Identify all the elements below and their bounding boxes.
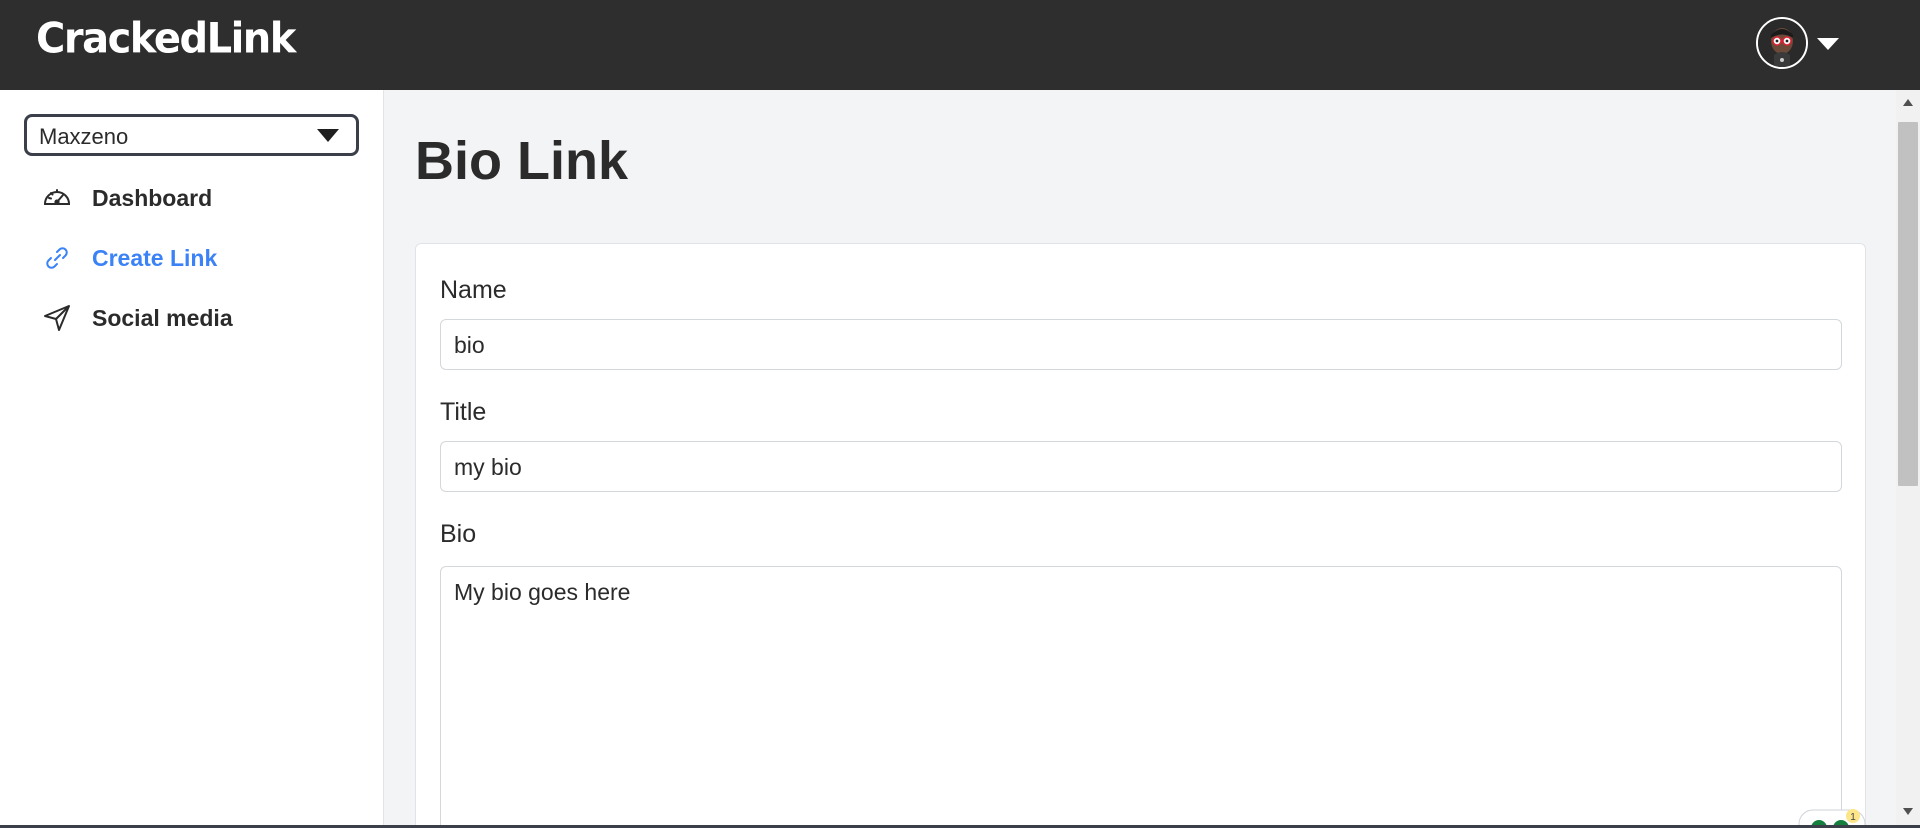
bio-link-form-card: Name bio Title my bio Bio My bio goes he… [415, 243, 1866, 828]
title-label: Title [440, 398, 487, 426]
bio-label: Bio [440, 520, 477, 548]
sidebar-item-label: Social media [92, 304, 233, 331]
main-content: Bio Link Name bio Title my bio Bio My bi… [385, 90, 1896, 828]
sidebar-item-label: Dashboard [92, 184, 213, 211]
title-input[interactable]: my bio [440, 441, 1842, 492]
top-navbar: CrackedLink [0, 0, 1920, 90]
name-input[interactable]: bio [440, 319, 1842, 370]
scroll-down-arrow-icon[interactable] [1903, 808, 1913, 816]
sidebar-item-label: Create Link [92, 244, 218, 271]
bio-textarea-value: My bio goes here [454, 579, 631, 605]
title-input-value: my bio [454, 454, 522, 480]
name-label: Name [440, 276, 507, 304]
scroll-up-arrow-icon[interactable] [1903, 98, 1913, 106]
sidebar-item-create-link[interactable]: Create Link [40, 238, 360, 278]
bio-textarea[interactable]: My bio goes here 1 [440, 566, 1866, 828]
workspace-select[interactable]: Maxzeno [24, 114, 359, 156]
app-logo[interactable]: CrackedLink [36, 15, 296, 63]
speedometer-icon [40, 181, 74, 215]
name-input-value: bio [454, 332, 485, 358]
workspace-select-value: Maxzeno [39, 124, 129, 149]
sidebar-item-dashboard[interactable]: Dashboard [40, 178, 360, 218]
scroll-thumb[interactable] [1898, 122, 1918, 486]
link-icon [40, 241, 74, 275]
sidebar: Maxzeno Dashboard Create Link Social med… [0, 90, 384, 828]
user-avatar[interactable] [1756, 17, 1808, 69]
grammar-badge-count: 1 [1850, 812, 1856, 823]
send-icon [40, 301, 74, 335]
sidebar-item-social-media[interactable]: Social media [40, 298, 360, 338]
user-menu-caret-icon[interactable] [1815, 30, 1841, 56]
page-scrollbar[interactable] [1896, 90, 1920, 828]
page-title: Bio Link [415, 131, 628, 191]
caret-down-icon [314, 125, 342, 145]
